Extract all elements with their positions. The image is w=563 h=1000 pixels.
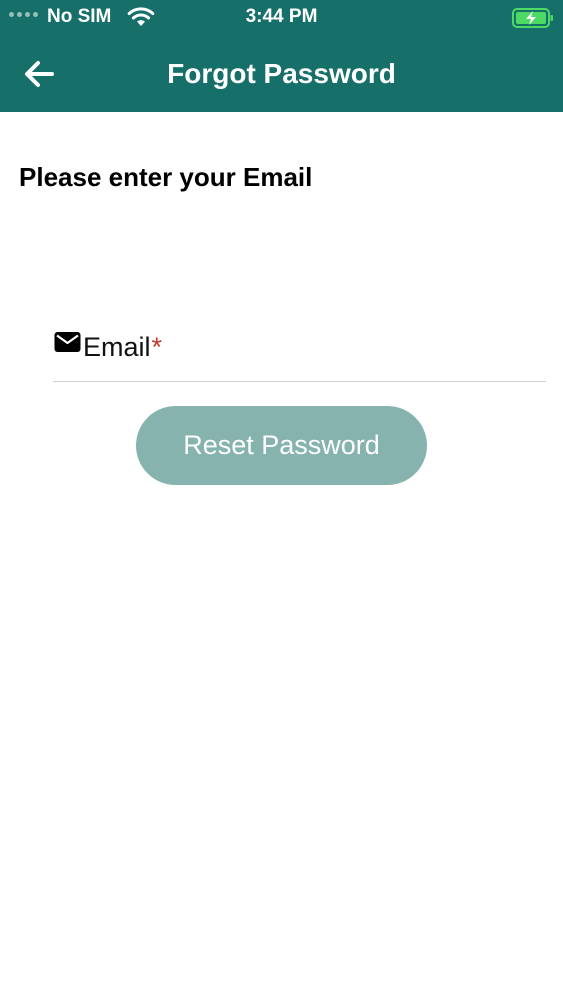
email-prompt: Please enter your Email	[19, 162, 313, 192]
reset-password-button[interactable]: Reset Password	[136, 406, 427, 485]
status-time: 3:44 PM	[245, 6, 318, 27]
header: No SIM 3:44 PM Forgot Password	[0, 0, 563, 112]
forgot-password-screen: No SIM 3:44 PM Forgot Password Please en…	[0, 0, 563, 1000]
email-input[interactable]	[53, 322, 546, 381]
battery-charging-icon	[512, 8, 553, 28]
status-bar: No SIM 3:44 PM	[0, 0, 563, 36]
nav-bar: Forgot Password	[0, 36, 563, 112]
page-title: Forgot Password	[167, 58, 396, 89]
email-field[interactable]: Email*	[53, 322, 546, 382]
